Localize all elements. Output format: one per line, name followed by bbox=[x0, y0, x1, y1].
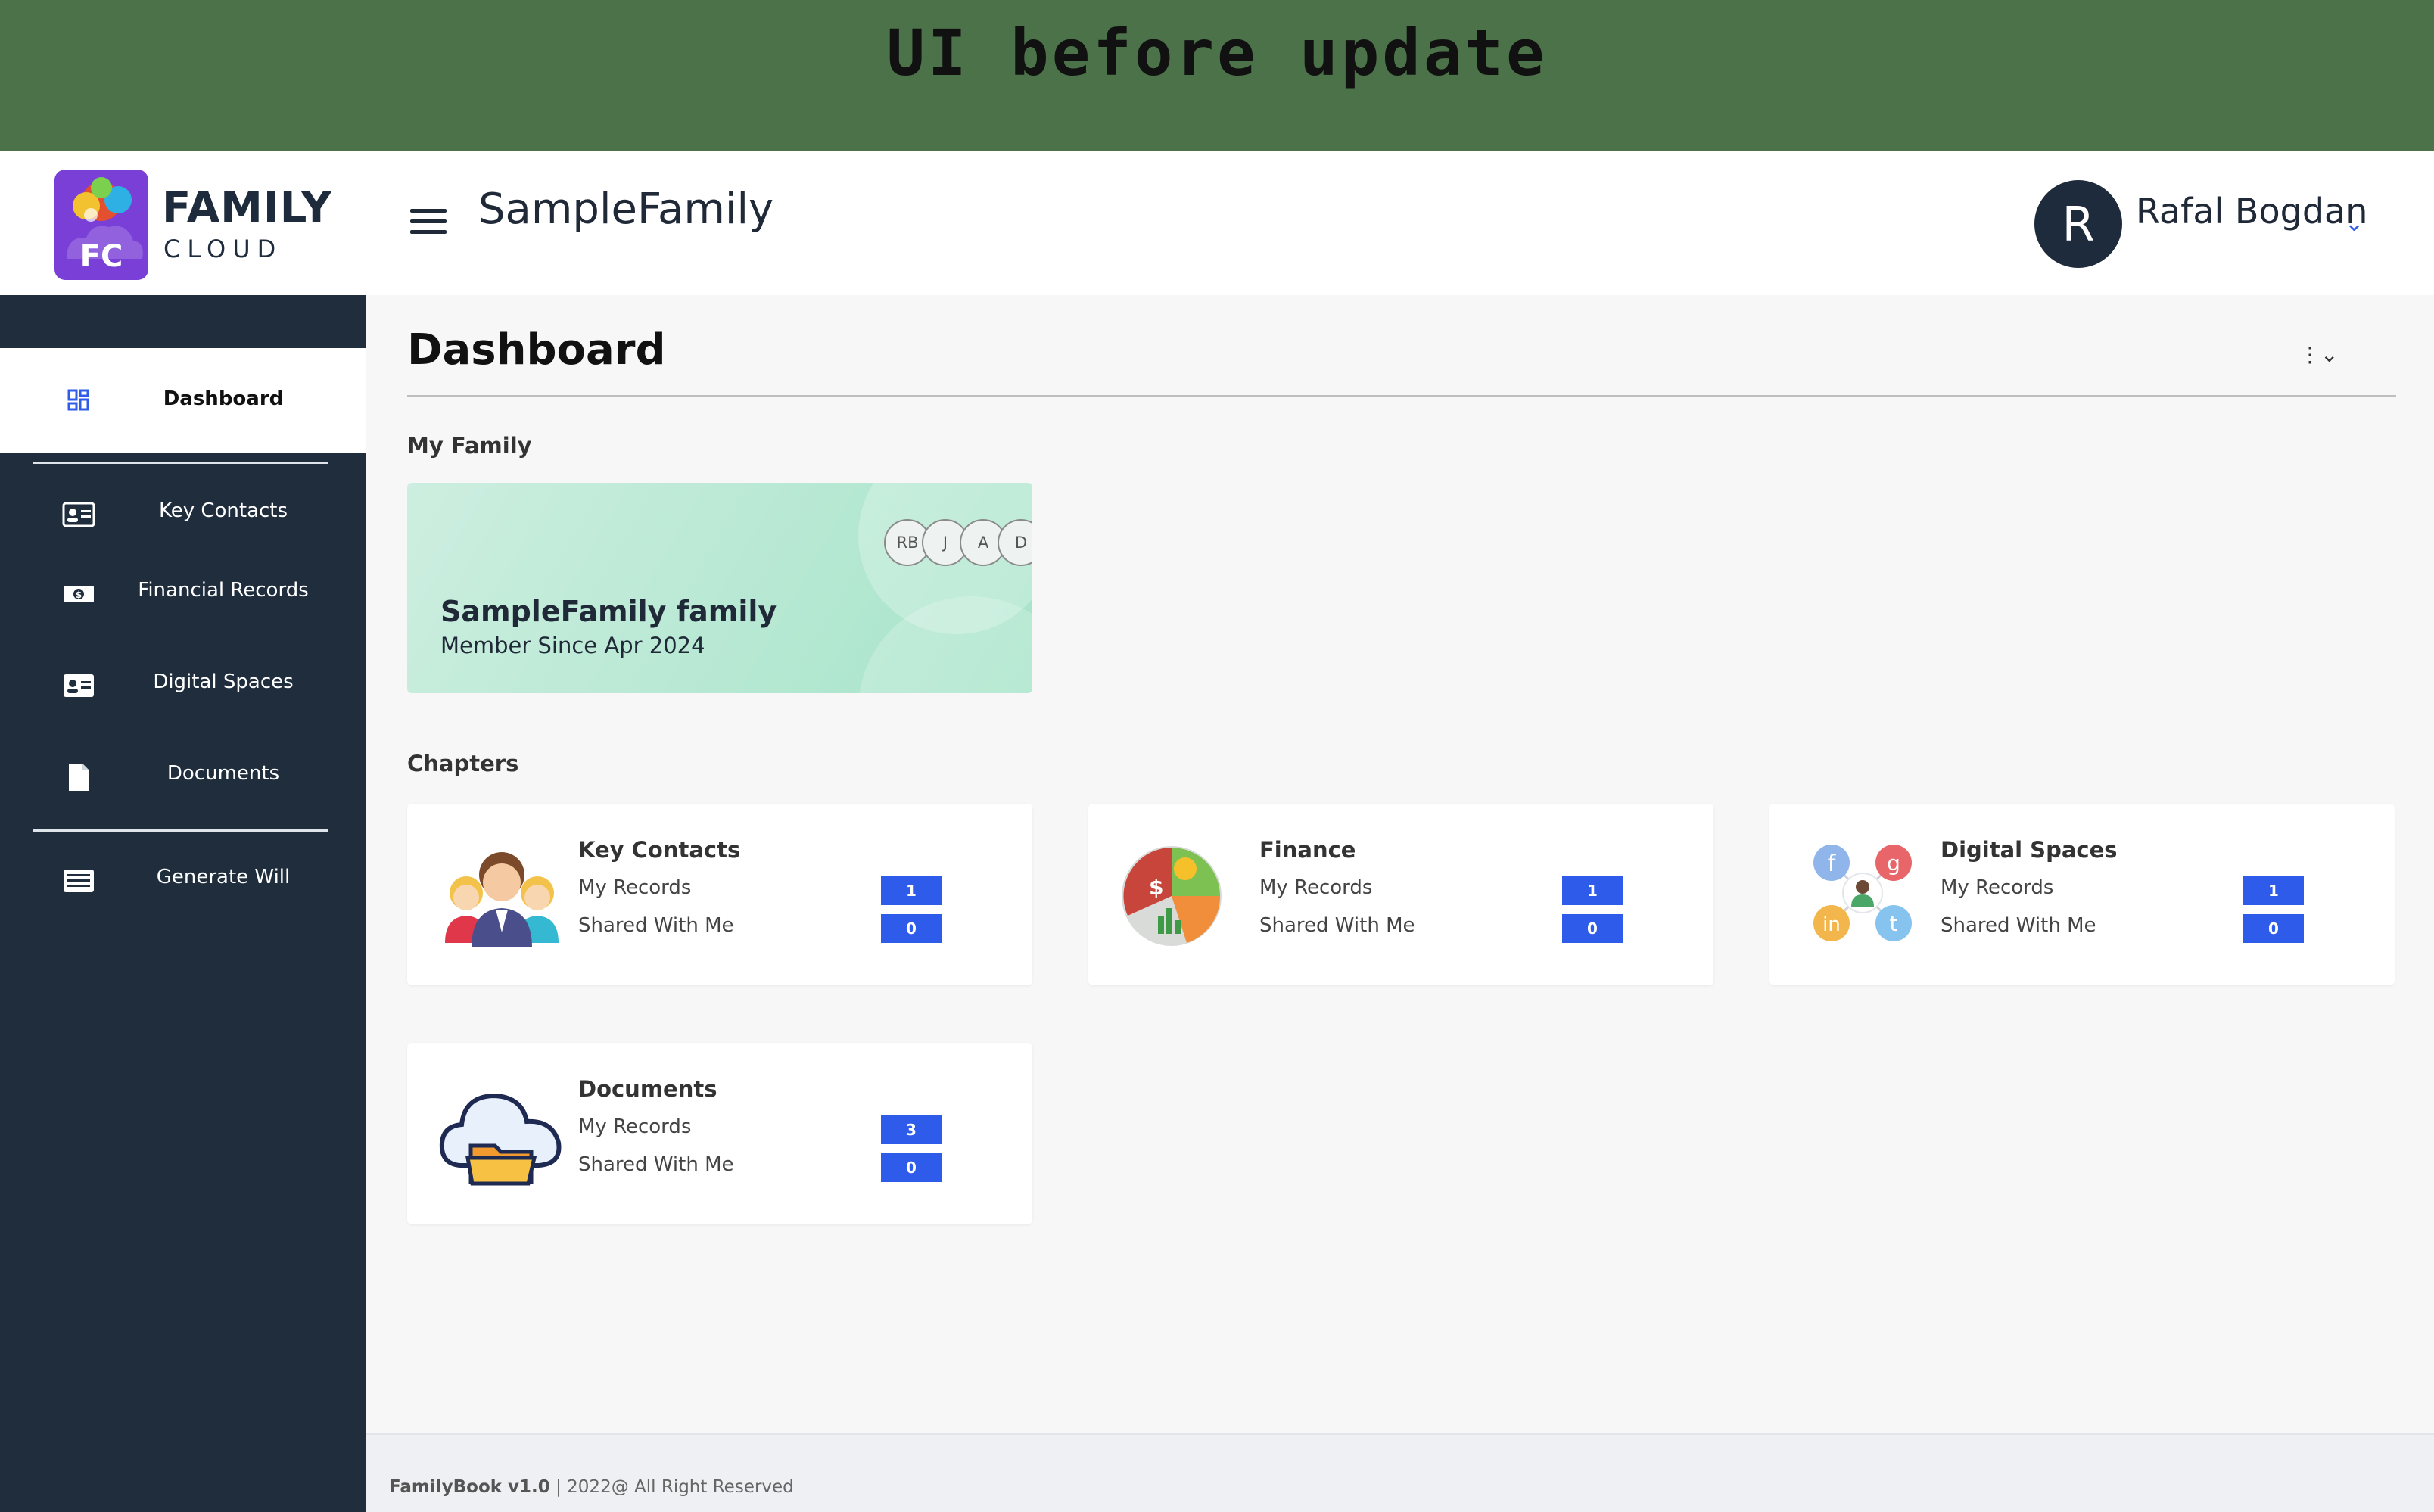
shared-count: 0 bbox=[1562, 914, 1623, 943]
shared-count: 0 bbox=[881, 914, 942, 943]
svg-text:t: t bbox=[1890, 911, 1898, 936]
sidebar-item-key-contacts[interactable]: Key Contacts bbox=[0, 477, 366, 552]
family-name: SampleFamily family bbox=[440, 595, 777, 628]
my-records-count: 1 bbox=[881, 876, 942, 905]
title-divider bbox=[407, 395, 2396, 397]
finance-pie-icon: $ bbox=[1119, 837, 1247, 950]
member-chip[interactable]: D bbox=[998, 519, 1032, 566]
logo[interactable]: FC FAMILY CLOUD bbox=[54, 168, 342, 282]
family-card[interactable]: RB J A D SampleFamily family Member Sinc… bbox=[407, 483, 1032, 693]
card-decoration bbox=[858, 596, 1032, 693]
my-records-count: 3 bbox=[881, 1115, 942, 1144]
sidebar-item-generate-will[interactable]: Generate Will bbox=[0, 843, 366, 919]
shared-label: Shared With Me bbox=[578, 1153, 734, 1176]
svg-text:$: $ bbox=[76, 590, 82, 600]
section-label-my-family: My Family bbox=[407, 433, 532, 459]
member-since: Member Since Apr 2024 bbox=[440, 633, 705, 658]
chapter-title: Documents bbox=[578, 1076, 717, 1102]
chapter-card-key-contacts[interactable]: Key Contacts My Records 1 Shared With Me… bbox=[407, 804, 1032, 985]
my-records-label: My Records bbox=[1259, 876, 1373, 899]
people-icon bbox=[437, 837, 566, 950]
chapter-card-finance[interactable]: $ Finance My Records 1 Shared With Me 0 bbox=[1088, 804, 1713, 985]
main-content: Dashboard ⋮⌄ My Family RB J A D SampleFa… bbox=[366, 295, 2434, 1433]
svg-text:g: g bbox=[1887, 851, 1900, 876]
chapter-title: Finance bbox=[1259, 837, 1356, 863]
shared-count: 0 bbox=[2243, 914, 2304, 943]
sidebar-item-documents[interactable]: Documents bbox=[0, 739, 366, 815]
footer: FamilyBook v1.0 | 2022@ All Right Reserv… bbox=[366, 1433, 2434, 1512]
svg-text:$: $ bbox=[1149, 875, 1163, 900]
money-icon: $ bbox=[62, 577, 95, 611]
footer-text: FamilyBook v1.0 | 2022@ All Right Reserv… bbox=[389, 1477, 794, 1497]
page-title: Dashboard bbox=[407, 325, 666, 375]
my-records-label: My Records bbox=[1941, 876, 2054, 899]
family-title: SampleFamily bbox=[478, 185, 774, 234]
sidebar-item-dashboard[interactable]: Dashboard bbox=[0, 348, 366, 453]
shared-label: Shared With Me bbox=[1259, 914, 1415, 937]
member-avatars: RB J A D bbox=[884, 519, 1032, 568]
sidebar-item-label: Generate Will bbox=[156, 866, 291, 888]
sidebar-item-label: Documents bbox=[167, 762, 280, 785]
sidebar-divider bbox=[33, 829, 328, 832]
shared-label: Shared With Me bbox=[578, 914, 734, 937]
avatar[interactable]: R bbox=[2034, 180, 2122, 268]
shared-count: 0 bbox=[881, 1153, 942, 1182]
sidebar-item-label: Dashboard bbox=[163, 387, 284, 410]
banner-text: UI before update bbox=[886, 16, 1548, 90]
logo-mark-text: FC bbox=[80, 239, 123, 274]
sidebar-item-label: Key Contacts bbox=[158, 499, 288, 522]
logo-mark: FC bbox=[54, 170, 148, 280]
chapter-card-digital-spaces[interactable]: f g in t Digital Spaces My Records 1 Sha… bbox=[1769, 804, 2395, 985]
chapter-title: Key Contacts bbox=[578, 837, 741, 863]
shared-label: Shared With Me bbox=[1941, 914, 2096, 937]
chevron-down-icon[interactable]: ⌄ bbox=[2345, 210, 2364, 237]
footer-rights: | 2022@ All Right Reserved bbox=[549, 1477, 794, 1497]
document-icon bbox=[62, 761, 95, 794]
more-options-icon[interactable]: ⋮⌄ bbox=[2299, 342, 2338, 367]
sidebar-item-digital-spaces[interactable]: Digital Spaces bbox=[0, 648, 366, 723]
app-header: FC FAMILY CLOUD SampleFamily R Rafal Bog… bbox=[0, 151, 2434, 295]
sidebar-item-label: Digital Spaces bbox=[153, 670, 294, 693]
sidebar-item-label: Financial Records bbox=[138, 579, 309, 602]
footer-product: FamilyBook v1.0 bbox=[389, 1477, 550, 1497]
user-name[interactable]: Rafal Bogdan bbox=[2136, 191, 2367, 232]
section-label-chapters: Chapters bbox=[407, 751, 519, 776]
sidebar-item-financial-records[interactable]: $ Financial Records bbox=[0, 556, 366, 632]
hamburger-menu-icon[interactable] bbox=[410, 209, 447, 238]
sidebar: Dashboard Key Contacts $ Financial Recor… bbox=[0, 295, 366, 1512]
logo-word-family: FAMILY bbox=[162, 183, 333, 232]
svg-text:f: f bbox=[1828, 851, 1837, 877]
my-records-count: 1 bbox=[1562, 876, 1623, 905]
chapter-title: Digital Spaces bbox=[1941, 837, 2118, 863]
cloud-folder-icon bbox=[437, 1076, 566, 1190]
svg-text:in: in bbox=[1822, 913, 1841, 936]
my-records-label: My Records bbox=[578, 1115, 692, 1138]
dashboard-icon bbox=[62, 384, 95, 417]
logo-word-cloud: CLOUD bbox=[163, 235, 283, 263]
chapter-card-documents[interactable]: Documents My Records 3 Shared With Me 0 bbox=[407, 1043, 1032, 1224]
banner: UI before update bbox=[0, 0, 2434, 151]
my-records-label: My Records bbox=[578, 876, 692, 899]
contact-card-icon bbox=[62, 498, 95, 531]
social-network-icon: f g in t bbox=[1800, 837, 1928, 950]
my-records-count: 1 bbox=[2243, 876, 2304, 905]
id-card-icon bbox=[62, 669, 95, 702]
list-icon bbox=[62, 864, 95, 898]
sidebar-divider bbox=[33, 462, 328, 464]
